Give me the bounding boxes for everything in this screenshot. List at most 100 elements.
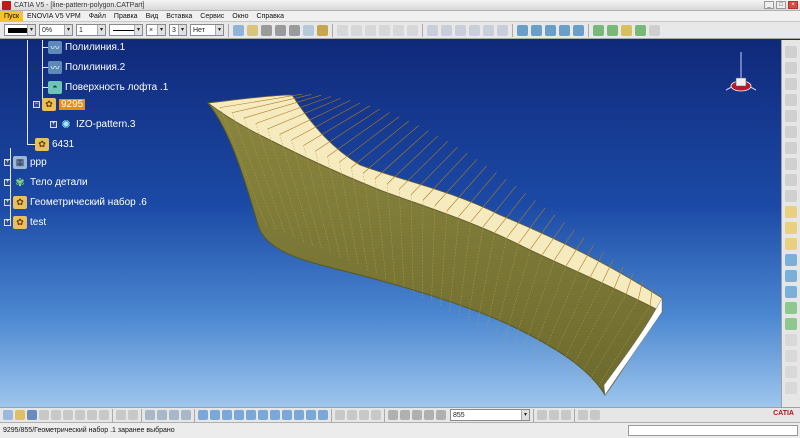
tree-node-part-body[interactable]: + ✾ Тело детали <box>4 174 88 190</box>
expand-toggle[interactable]: + <box>4 178 11 186</box>
expand-toggle[interactable]: + <box>50 120 57 128</box>
whats-this-icon[interactable] <box>116 410 126 420</box>
layer-filter-icon[interactable] <box>169 410 179 420</box>
offset-icon[interactable] <box>785 142 797 154</box>
options-icon[interactable] <box>561 410 571 420</box>
grid-icon[interactable] <box>145 410 155 420</box>
print-icon[interactable] <box>39 410 49 420</box>
table-icon[interactable] <box>303 24 314 36</box>
intersection-icon[interactable] <box>785 126 797 138</box>
disk-stack-icon[interactable] <box>275 24 286 36</box>
knowledge-icon[interactable] <box>785 366 797 378</box>
trim-tool-icon[interactable] <box>785 286 797 298</box>
connect-curve-icon[interactable] <box>785 190 797 202</box>
sweep-icon[interactable] <box>455 24 466 36</box>
point-tool-icon[interactable] <box>785 62 797 74</box>
menu-file[interactable]: Файл <box>85 11 110 22</box>
workbench-icon[interactable] <box>578 410 588 420</box>
line-icon[interactable] <box>351 24 362 36</box>
tree-node-ppp[interactable]: + ▦ ppp <box>4 154 47 170</box>
line-type-combo[interactable]: ▾ <box>109 24 143 36</box>
catalog-icon[interactable] <box>359 410 369 420</box>
hybrid-design-icon[interactable] <box>537 410 547 420</box>
minimize-button[interactable]: _ <box>764 1 774 9</box>
split-tool-icon[interactable] <box>785 270 797 282</box>
blend-icon[interactable] <box>497 24 508 36</box>
reorder-icon[interactable] <box>412 410 422 420</box>
power-input-field[interactable] <box>628 425 798 436</box>
tree-node-izo-pattern[interactable]: + ✺ IZO-pattern.3 <box>50 116 135 132</box>
disk-icon[interactable] <box>261 24 272 36</box>
3d-compass-icon[interactable] <box>181 410 191 420</box>
update-icon[interactable] <box>388 410 398 420</box>
corner-icon[interactable] <box>785 174 797 186</box>
fly-mode-icon[interactable] <box>198 410 208 420</box>
rotate-view-icon[interactable] <box>234 410 244 420</box>
menu-tools[interactable]: Сервис <box>196 11 228 22</box>
collapse-toggle[interactable]: − <box>33 100 40 108</box>
work-object-icon[interactable] <box>436 410 446 420</box>
zoom-out-icon[interactable] <box>258 410 268 420</box>
join-icon[interactable] <box>517 24 528 36</box>
loft-tool-icon[interactable] <box>785 222 797 234</box>
sort-icon[interactable] <box>335 410 345 420</box>
fill-tool-icon[interactable] <box>785 238 797 250</box>
save-icon[interactable] <box>27 410 37 420</box>
point-symbol-combo[interactable]: × ▾ <box>146 24 166 36</box>
sketcher-icon[interactable] <box>785 46 797 58</box>
rotate-icon[interactable] <box>607 24 618 36</box>
normal-view-icon[interactable] <box>270 410 280 420</box>
current-body-combo[interactable]: 855 ▾ <box>450 409 530 421</box>
tree-node-polyline-2[interactable]: 〰 Полилиния.2 <box>48 59 125 75</box>
close-button[interactable]: × <box>788 1 798 9</box>
projection-icon[interactable] <box>785 110 797 122</box>
isolate-icon[interactable] <box>400 410 410 420</box>
tree-node-6431[interactable]: ✿ 6431 <box>35 136 74 152</box>
expand-toggle[interactable]: + <box>4 158 11 166</box>
revolve-icon[interactable] <box>441 24 452 36</box>
table-tool-icon[interactable] <box>371 410 381 420</box>
transform-tool-icon[interactable] <box>785 302 797 314</box>
menu-help[interactable]: Справка <box>253 11 288 22</box>
fill-icon[interactable] <box>469 24 480 36</box>
new-icon[interactable] <box>3 410 13 420</box>
paste-icon[interactable] <box>75 410 85 420</box>
swap-space-icon[interactable] <box>318 410 328 420</box>
fit-all-icon[interactable] <box>210 410 220 420</box>
measure-icon[interactable] <box>785 350 797 362</box>
tree-node-test[interactable]: + ✿ test <box>4 214 46 230</box>
transparency-combo[interactable]: 0% ▾ <box>39 24 73 36</box>
layer-number-combo[interactable]: 3 ▾ <box>169 24 187 36</box>
redo-icon[interactable] <box>99 410 109 420</box>
compass-icon[interactable] <box>716 52 766 112</box>
format-painter-icon[interactable] <box>233 24 244 36</box>
law-icon[interactable] <box>649 24 660 36</box>
parent-child-icon[interactable] <box>424 410 434 420</box>
split-icon[interactable] <box>531 24 542 36</box>
menu-edit[interactable]: Правка <box>110 11 142 22</box>
extract-icon[interactable] <box>573 24 584 36</box>
cylinder-icon[interactable] <box>247 24 258 36</box>
maximize-button[interactable]: □ <box>776 1 786 9</box>
loft-icon[interactable] <box>483 24 494 36</box>
point-icon[interactable] <box>337 24 348 36</box>
tree-node-9295[interactable]: − ✿ 9295 <box>33 96 86 112</box>
trim-icon[interactable] <box>545 24 556 36</box>
undo-icon[interactable] <box>87 410 97 420</box>
formula-icon[interactable] <box>347 410 357 420</box>
copy-icon[interactable] <box>63 410 73 420</box>
fill-color-combo[interactable]: ▾ <box>4 24 36 36</box>
open-icon[interactable] <box>15 410 25 420</box>
extrude-icon[interactable] <box>427 24 438 36</box>
zoom-in-icon[interactable] <box>246 410 256 420</box>
curve-icon[interactable] <box>785 158 797 170</box>
menu-enovia[interactable]: ENOVIA V5 VPM <box>23 11 85 22</box>
shading-icon[interactable] <box>294 410 304 420</box>
scaling-icon[interactable] <box>635 24 646 36</box>
circle-icon[interactable] <box>379 24 390 36</box>
pan-icon[interactable] <box>222 410 232 420</box>
more-tools-icon[interactable] <box>785 382 797 394</box>
3d-viewport[interactable]: 〰 Полилиния.1 〰 Полилиния.2 ◓ Поверхност… <box>0 40 781 407</box>
expand-toggle[interactable]: + <box>4 198 11 206</box>
tree-node-geometric-set-6[interactable]: + ✿ Геометрический набор .6 <box>4 194 147 210</box>
